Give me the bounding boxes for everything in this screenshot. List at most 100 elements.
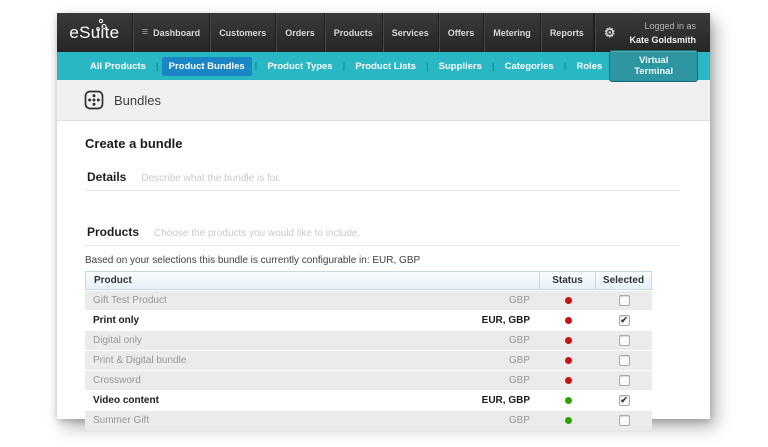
status-cell <box>540 377 596 384</box>
status-cell <box>540 397 596 404</box>
selected-cell: ✔ <box>596 315 652 326</box>
table-header-row: Product Status Selected <box>85 271 652 290</box>
status-cell <box>540 417 596 424</box>
topnav-item-products[interactable]: Products <box>323 13 382 52</box>
product-cell: Print only EUR, GBP <box>85 315 540 326</box>
table-row: Video content EUR, GBP ✔ <box>85 391 652 410</box>
column-header-selected[interactable]: Selected <box>595 272 651 289</box>
user-block: Logged in as Kate Goldsmith My Profile |… <box>624 13 710 73</box>
status-cell <box>540 317 596 324</box>
topnav-items: ≡ Dashboard Customers Orders Products Service… <box>131 13 594 52</box>
subnav-item-suppliers[interactable]: Suppliers <box>432 57 489 76</box>
selected-cell <box>596 375 652 386</box>
product-currencies: EUR, GBP <box>481 315 530 326</box>
table-body: Gift Test Product GBP Print only EUR, GBP ✔ D… <box>85 291 652 430</box>
status-cell <box>540 337 596 344</box>
selected-checkbox[interactable] <box>618 375 630 386</box>
topnav-item-label: Orders <box>285 27 315 38</box>
table-row: Crossword GBP <box>85 371 652 390</box>
table-row: Print only EUR, GBP ✔ <box>85 311 652 330</box>
product-name: Digital only <box>93 335 142 346</box>
main-content: Create a bundle Details Describe what th… <box>57 121 710 430</box>
topnav-item-label: Reports <box>549 27 584 38</box>
subnav-items: All Products | Product Bundles | Product Typ… <box>83 56 609 76</box>
product-name: Print & Digital bundle <box>93 355 187 366</box>
subnav-item-product-lists[interactable]: Product Lists <box>348 57 423 76</box>
subnav-separator: | <box>425 60 429 72</box>
products-section-header: Products Choose the products you would l… <box>85 225 680 246</box>
selected-checkbox[interactable] <box>618 335 630 346</box>
subnav-item-roles[interactable]: Roles <box>569 57 609 76</box>
topnav-item-orders[interactable]: Orders <box>275 13 324 52</box>
status-red-indicator <box>564 337 572 344</box>
topnav-item-label: Customers <box>219 27 267 38</box>
product-currencies: GBP <box>508 295 530 306</box>
subnav-item-product-bundles[interactable]: Product Bundles <box>161 56 252 76</box>
topnav-item-label: Metering <box>493 27 531 38</box>
subnav-separator: | <box>342 60 346 72</box>
status-cell <box>540 297 596 304</box>
top-navbar: eSuite ≡ Dashboard Customers Orders Products… <box>57 13 710 73</box>
settings-gear-button[interactable]: ⚙ <box>593 13 625 52</box>
logo[interactable]: eSuite <box>57 13 132 52</box>
virtual-terminal-button[interactable]: Virtual Terminal <box>609 50 698 82</box>
sub-navbar: All Products | Product Bundles | Product Typ… <box>57 50 710 82</box>
subnav-item-all-products[interactable]: All Products <box>83 57 153 76</box>
status-red-indicator <box>564 357 572 364</box>
product-cell: Gift Test Product GBP <box>85 295 540 306</box>
status-red-indicator <box>564 317 572 324</box>
selected-cell <box>596 355 652 366</box>
topnav-item-metering[interactable]: Metering <box>483 13 540 52</box>
product-currencies: GBP <box>508 335 530 346</box>
table-row: Digital only GBP <box>85 331 652 350</box>
product-name: Crossword <box>93 375 141 386</box>
product-currencies: EUR, GBP <box>481 395 530 406</box>
form-heading: Create a bundle <box>85 136 183 151</box>
selected-checkbox[interactable]: ✔ <box>618 395 630 406</box>
product-currencies: GBP <box>508 375 530 386</box>
topnav-item-dashboard[interactable]: ≡ Dashboard <box>131 13 209 52</box>
status-cell <box>540 357 596 364</box>
subnav-separator: | <box>155 60 159 72</box>
topnav-item-offers[interactable]: Offers <box>437 13 484 52</box>
status-red-indicator <box>564 297 572 304</box>
selected-cell <box>596 295 652 306</box>
product-cell: Video content EUR, GBP <box>85 395 540 406</box>
gear-icon: ⚙ <box>603 24 616 40</box>
product-currencies: GBP <box>508 415 530 426</box>
products-table: Product Status Selected Gift Test Produc… <box>85 271 652 430</box>
selected-cell <box>596 415 652 426</box>
table-row: Print & Digital bundle GBP <box>85 351 652 370</box>
topnav-item-label: Products <box>333 27 373 38</box>
table-row: Summer Gift GBP <box>85 411 652 430</box>
selected-checkbox[interactable] <box>618 295 630 306</box>
product-cell: Digital only GBP <box>85 335 540 346</box>
subnav-item-product-types[interactable]: Product Types <box>260 57 339 76</box>
product-name: Print only <box>93 315 140 326</box>
config-note: Based on your selections this bundle is … <box>85 255 421 266</box>
product-name: Summer Gift <box>93 415 150 426</box>
table-row: Gift Test Product GBP <box>85 291 652 310</box>
column-header-product[interactable]: Product <box>86 272 539 289</box>
status-red-indicator <box>564 377 572 384</box>
selected-checkbox[interactable]: ✔ <box>618 315 630 326</box>
product-cell: Print & Digital bundle GBP <box>85 355 540 366</box>
column-header-status[interactable]: Status <box>539 272 595 289</box>
products-label: Products <box>87 225 140 239</box>
topnav-item-services[interactable]: Services <box>381 13 438 52</box>
app-window: eSuite ≡ Dashboard Customers Orders Products… <box>57 13 710 430</box>
menu-icon: ≡ <box>141 26 149 38</box>
topnav-item-reports[interactable]: Reports <box>539 13 594 52</box>
page-header-band: Bundles <box>57 80 710 121</box>
product-currencies: GBP <box>508 355 530 366</box>
bundles-icon <box>84 90 104 110</box>
status-green-indicator <box>564 397 572 404</box>
topnav-item-customers[interactable]: Customers <box>209 13 275 52</box>
selected-checkbox[interactable] <box>618 415 630 426</box>
subnav-separator: | <box>254 60 258 72</box>
logged-in-text: Logged in as Kate Goldsmith <box>624 20 696 48</box>
selected-checkbox[interactable] <box>618 355 630 366</box>
subnav-item-categories[interactable]: Categories <box>498 57 561 76</box>
topnav-item-label: Offers <box>447 27 475 38</box>
selected-cell <box>596 335 652 346</box>
